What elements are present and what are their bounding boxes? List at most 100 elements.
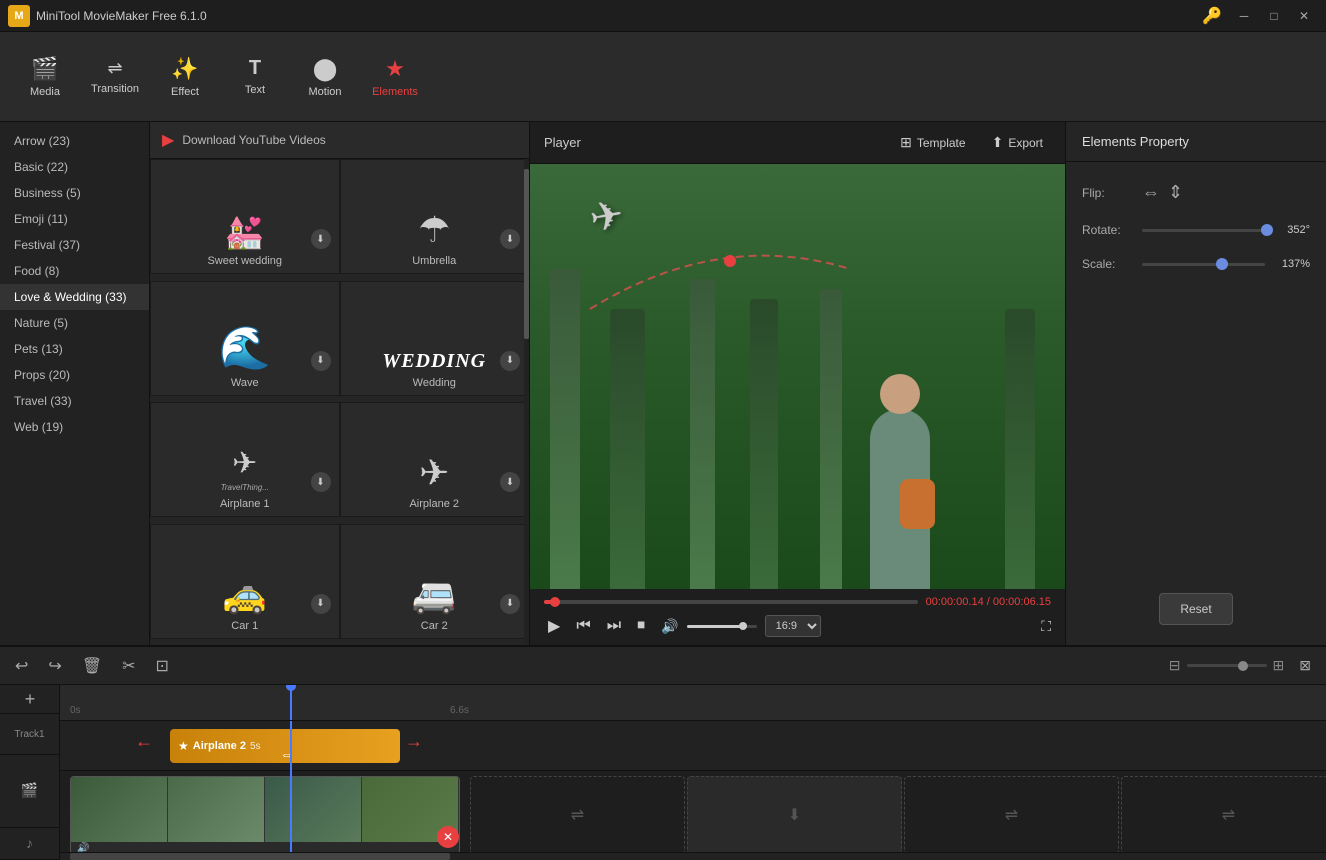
- sidebar-item-travel[interactable]: Travel (33): [0, 388, 149, 414]
- empty-clip-4[interactable]: ⇌: [1121, 776, 1326, 852]
- element-sweet-wedding[interactable]: 💒 Sweet wedding ⬇: [150, 159, 340, 274]
- flight-path: [570, 209, 870, 332]
- toolbar-item-motion[interactable]: ⬤ Motion: [290, 42, 360, 112]
- progress-thumb: [550, 597, 560, 607]
- element-car2[interactable]: 🚐 Car 2 ⬇: [340, 524, 530, 639]
- airplane1-icon: ✈: [232, 446, 257, 481]
- elements-scrollbar[interactable]: [524, 159, 529, 645]
- toolbar-item-transition[interactable]: ⇌ Transition: [80, 42, 150, 112]
- reset-button[interactable]: Reset: [1159, 593, 1232, 625]
- car2-download-btn[interactable]: ⬇: [500, 594, 520, 614]
- toolbar-item-effect[interactable]: ✨ Effect: [150, 42, 220, 112]
- element-wedding[interactable]: WEDDING Wedding ⬇: [340, 281, 530, 396]
- sidebar-item-props[interactable]: Props (20): [0, 362, 149, 388]
- sidebar-item-love-wedding[interactable]: Love & Wedding (33): [0, 284, 149, 310]
- sidebar-item-web[interactable]: Web (19): [0, 414, 149, 440]
- transition-icon: ⇌: [107, 58, 122, 79]
- flip-vertical-icon[interactable]: ⇕: [1168, 182, 1183, 203]
- element-car1[interactable]: 🚕 Car 1 ⬇: [150, 524, 340, 639]
- element-wave[interactable]: 🌊 Wave ⬇: [150, 281, 340, 396]
- play-button[interactable]: ▶: [544, 614, 564, 638]
- rotate-row: Rotate: 352°: [1082, 223, 1310, 237]
- scale-value: 137%: [1275, 258, 1310, 270]
- delete-badge[interactable]: ✕: [437, 826, 459, 848]
- scale-slider-thumb: [1216, 258, 1228, 270]
- volume-bar[interactable]: [687, 625, 757, 628]
- zoom-bar[interactable]: [1187, 664, 1267, 667]
- sidebar-item-nature[interactable]: Nature (5): [0, 310, 149, 336]
- sweet-wedding-icon: 💒: [225, 213, 265, 251]
- sidebar-item-festival[interactable]: Festival (37): [0, 232, 149, 258]
- toolbar-item-elements[interactable]: ★ Elements: [360, 42, 430, 112]
- zoom-in-icon[interactable]: ⊞: [1273, 657, 1285, 674]
- download-youtube-label: Download YouTube Videos: [182, 133, 325, 147]
- fit-icon[interactable]: ⊠: [1294, 654, 1316, 677]
- track-add-btn[interactable]: +: [0, 685, 60, 714]
- undo-button[interactable]: ↩: [10, 653, 33, 679]
- delete-button[interactable]: 🗑: [77, 653, 107, 679]
- maximize-button[interactable]: □: [1260, 6, 1288, 26]
- volume-icon[interactable]: 🔊: [657, 616, 682, 637]
- element-umbrella[interactable]: ☂ Umbrella ⬇: [340, 159, 530, 274]
- timeline-playhead[interactable]: [290, 685, 292, 720]
- download-youtube-bar[interactable]: ▶ Download YouTube Videos: [150, 122, 529, 159]
- sweet-wedding-download-btn[interactable]: ⬇: [311, 229, 331, 249]
- audio-icon: 🔊: [77, 843, 89, 852]
- clip-arrow-right: →: [405, 731, 423, 752]
- app-title: MiniTool MovieMaker Free 6.1.0: [36, 9, 1202, 23]
- empty-clip-2[interactable]: ⬇: [687, 776, 902, 852]
- zoom-control: ⊟ ⊞: [1169, 657, 1284, 674]
- stop-button[interactable]: ⏹: [633, 615, 649, 637]
- sidebar-item-food[interactable]: Food (8): [0, 258, 149, 284]
- timeline-scrollbar[interactable]: [60, 852, 1326, 860]
- prev-button[interactable]: ⏮: [572, 615, 594, 637]
- redo-button[interactable]: ↪: [43, 653, 66, 679]
- scale-slider[interactable]: [1142, 263, 1265, 266]
- time-display: 00:00:00.14 / 00:00:06.15: [926, 596, 1051, 608]
- player-actions: ⊞ Template ⬆ Export: [892, 130, 1051, 155]
- rotate-slider-container: [1142, 229, 1265, 232]
- video-clip[interactable]: 🔊 ✕: [70, 776, 460, 852]
- progress-bar[interactable]: [544, 600, 918, 604]
- sidebar-item-arrow[interactable]: Arrow (23): [0, 128, 149, 154]
- airplane2-download-btn[interactable]: ⬇: [500, 472, 520, 492]
- next-button[interactable]: ⏭: [603, 615, 625, 637]
- video-canvas: ✈: [530, 164, 1065, 589]
- effect-label: Effect: [171, 86, 199, 98]
- playhead-top: [286, 685, 296, 691]
- sidebar-item-emoji[interactable]: Emoji (11): [0, 206, 149, 232]
- airplane1-label: Airplane 1: [220, 498, 270, 510]
- minimize-button[interactable]: ─: [1230, 6, 1258, 26]
- element-airplane2[interactable]: ✈ Airplane 2 ⬇: [340, 402, 530, 517]
- template-button[interactable]: ⊞ Template: [892, 130, 973, 155]
- rotate-slider[interactable]: [1142, 229, 1265, 232]
- empty-clip-3[interactable]: ⇌: [904, 776, 1119, 852]
- zoom-out-icon[interactable]: ⊟: [1169, 657, 1181, 674]
- fullscreen-button[interactable]: ⛶: [1041, 618, 1051, 635]
- element-airplane1[interactable]: ✈ TravelThing... Airplane 1 ⬇: [150, 402, 340, 517]
- properties-panel: Elements Property Flip: ⇔ ⇕ Rotate: 352°: [1066, 122, 1326, 645]
- scissors-button[interactable]: ✂: [117, 653, 140, 679]
- toolbar-item-text[interactable]: T Text: [220, 42, 290, 112]
- flip-horizontal-icon[interactable]: ⇔: [1142, 182, 1160, 203]
- umbrella-download-btn[interactable]: ⬇: [500, 229, 520, 249]
- toolbar-item-media[interactable]: 🎬 Media: [10, 42, 80, 112]
- wedding-download-btn[interactable]: ⬇: [500, 351, 520, 371]
- template-label: Template: [917, 136, 966, 150]
- sidebar-item-basic[interactable]: Basic (22): [0, 154, 149, 180]
- sidebar-item-business[interactable]: Business (5): [0, 180, 149, 206]
- export-label: Export: [1008, 136, 1043, 150]
- wave-download-btn[interactable]: ⬇: [311, 351, 331, 371]
- empty-clip-1[interactable]: ⇌: [470, 776, 685, 852]
- umbrella-icon: ☂: [418, 209, 450, 251]
- crop-button[interactable]: ⊡: [151, 653, 174, 679]
- aspect-ratio-select[interactable]: 16:9 9:16 4:3 1:1: [765, 615, 821, 637]
- player-panel: Player ⊞ Template ⬆ Export: [530, 122, 1066, 645]
- export-button[interactable]: ⬆ Export: [984, 130, 1051, 155]
- sidebar-item-pets[interactable]: Pets (13): [0, 336, 149, 362]
- toolbar: 🎬 Media ⇌ Transition ✨ Effect T Text ⬤ M…: [0, 32, 1326, 122]
- airplane1-download-btn[interactable]: ⬇: [311, 472, 331, 492]
- progress-bar-container: 00:00:00.14 / 00:00:06.15: [544, 596, 1051, 608]
- close-button[interactable]: ✕: [1290, 6, 1318, 26]
- car1-download-btn[interactable]: ⬇: [311, 594, 331, 614]
